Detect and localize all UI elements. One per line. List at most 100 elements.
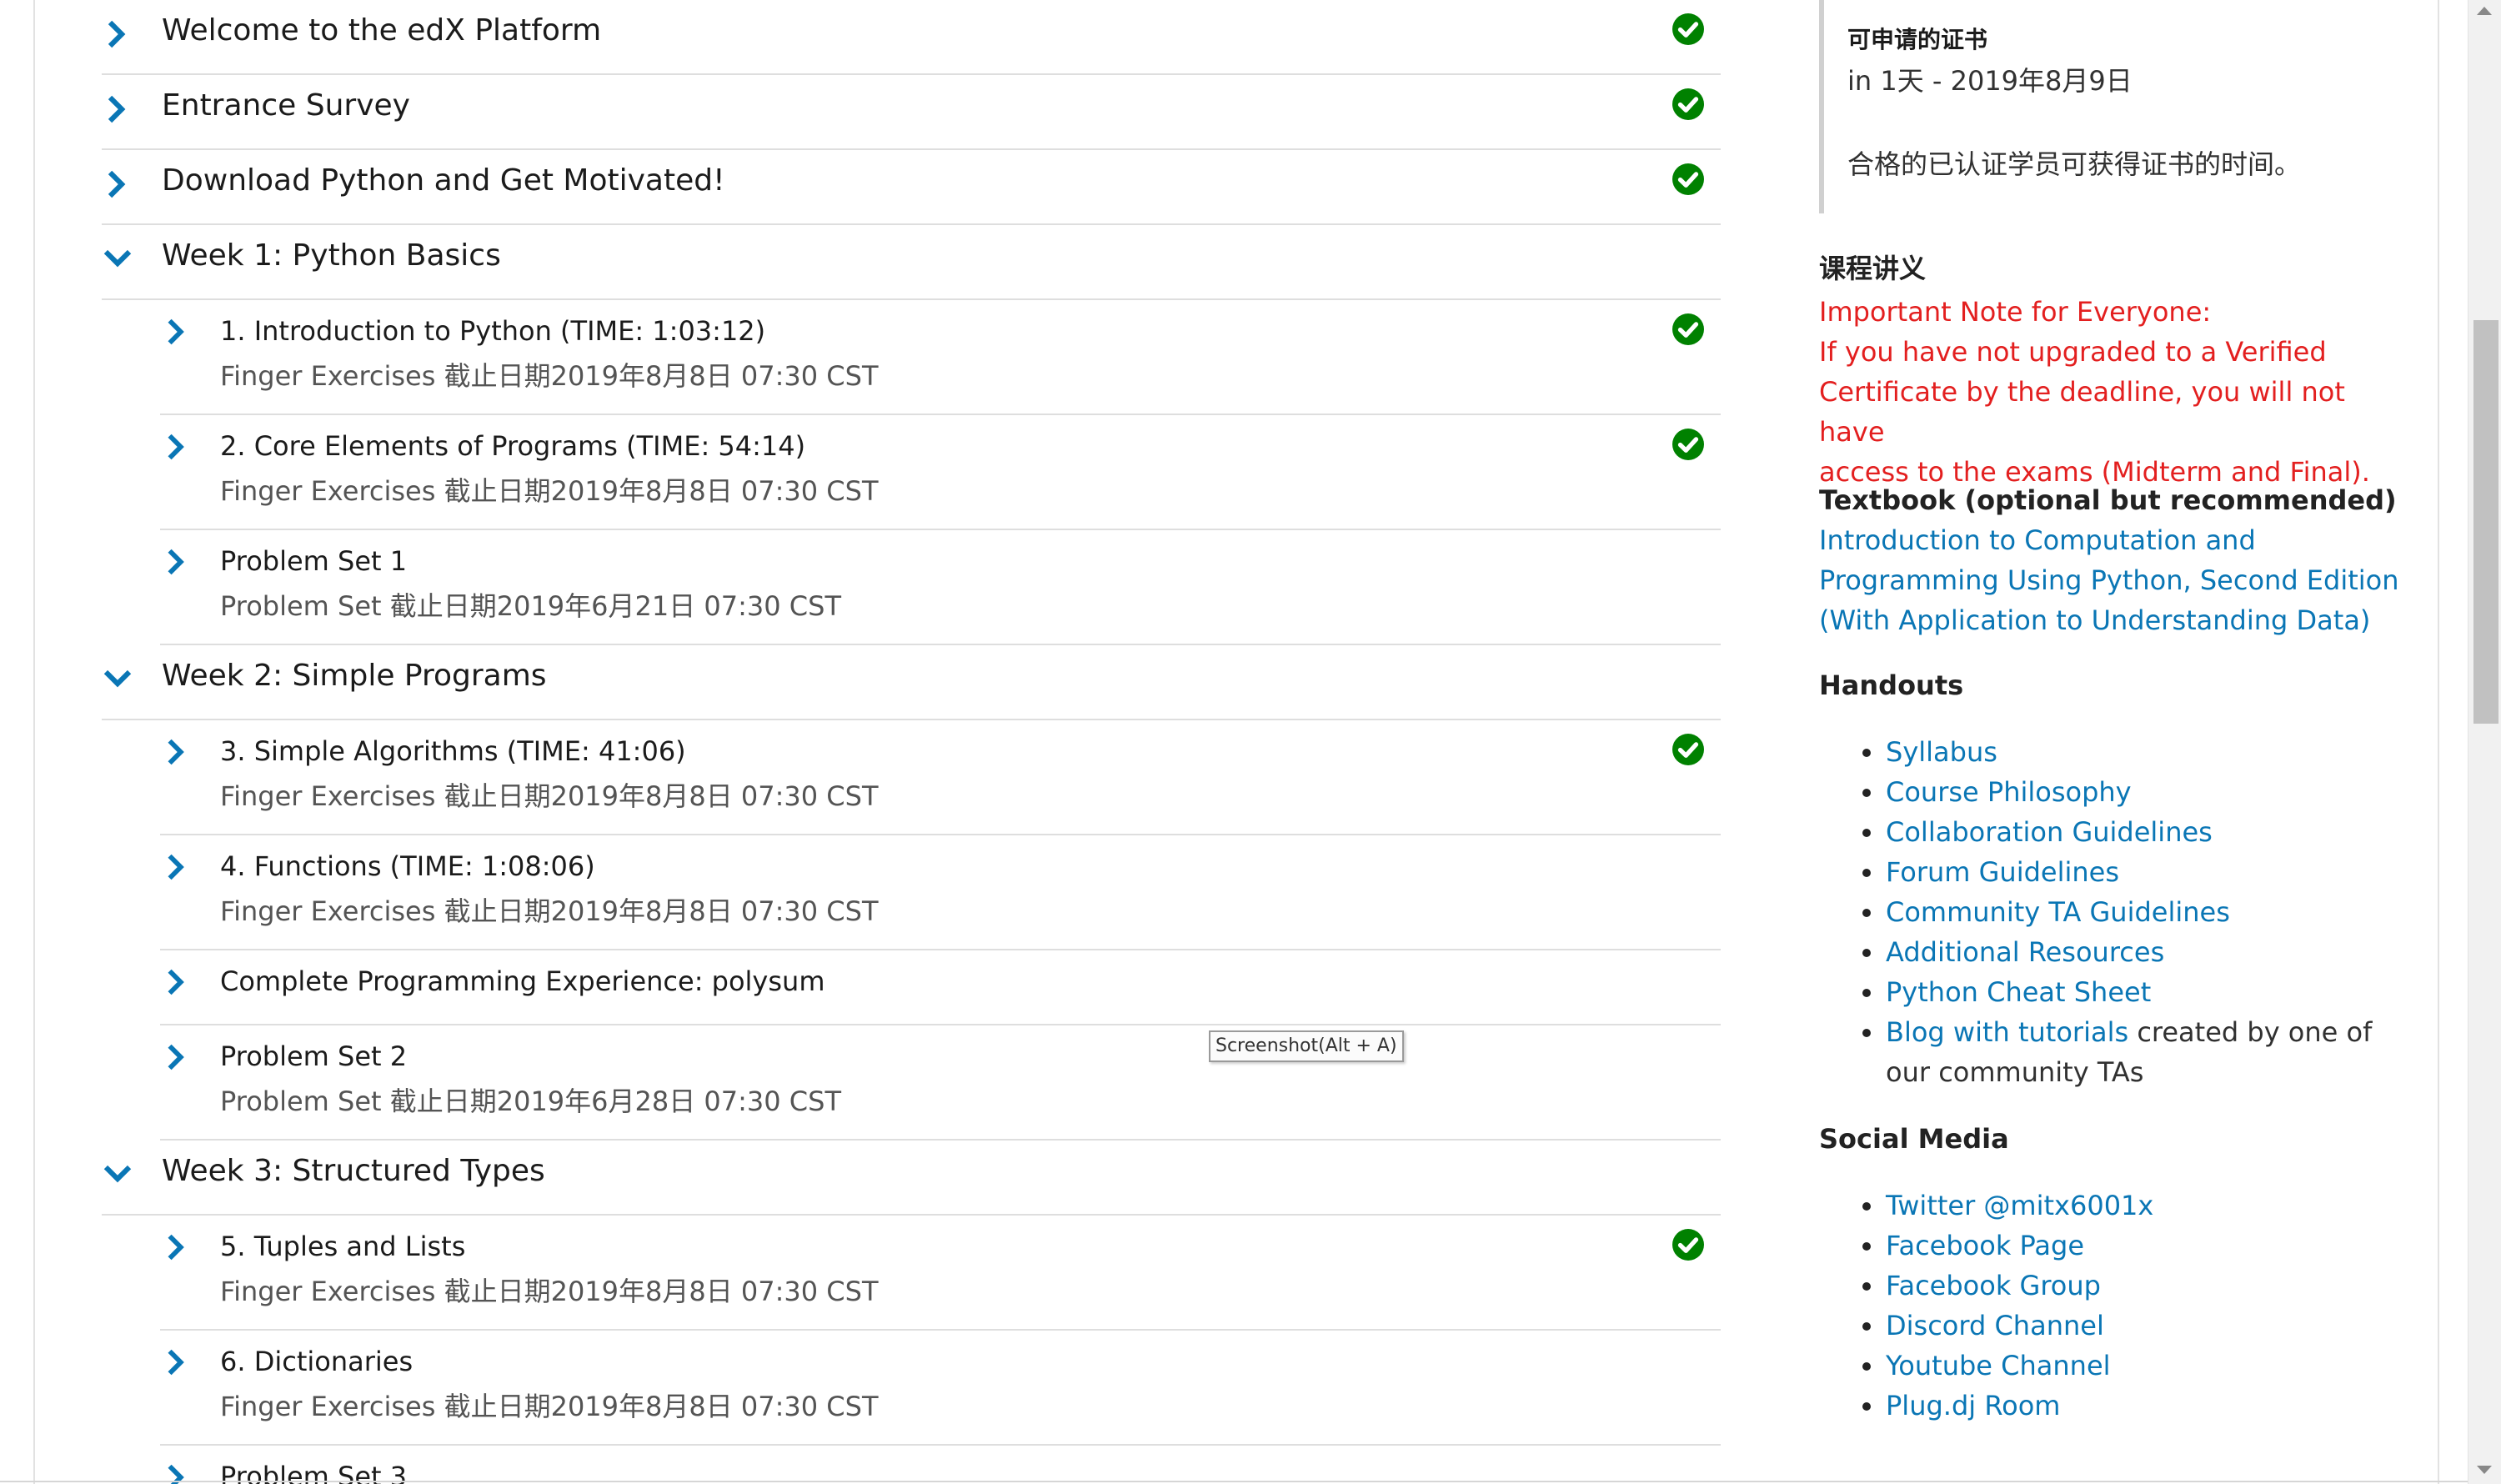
subsection-list: 1. Introduction to Python (TIME: 1:03:12… <box>160 300 1721 645</box>
chevron-right-icon[interactable] <box>163 854 190 880</box>
section-title[interactable]: Download Python and Get Motivated! <box>162 163 725 198</box>
social-link[interactable]: Facebook Group <box>1886 1270 2101 1301</box>
social-item: Discord Channel <box>1862 1306 2403 1346</box>
chevron-right-icon[interactable] <box>163 739 190 765</box>
chevron-right-icon[interactable] <box>163 434 190 460</box>
subsection-row[interactable]: Problem Set 1 Problem Set 截止日期2019年6月21日 … <box>160 530 1721 645</box>
chevron-right-icon[interactable] <box>103 170 132 198</box>
certificate-date: in 1天 - 2019年8月9日 <box>1847 65 2133 97</box>
textbook-link[interactable]: Introduction to Computation and Programm… <box>1819 520 2403 640</box>
subsection-title[interactable]: 5. Tuples and Lists <box>220 1231 465 1262</box>
social-item: Youtube Channel <box>1862 1346 2403 1386</box>
handout-link[interactable]: Python Cheat Sheet <box>1886 976 2151 1008</box>
handout-item: Python Cheat Sheet <box>1862 972 2403 1012</box>
chevron-down-icon[interactable] <box>103 1161 132 1189</box>
handout-link[interactable]: Syllabus <box>1886 736 1997 768</box>
handouts-list: Syllabus Course Philosophy Collaboration G… <box>1819 732 2403 1092</box>
handout-item: Syllabus <box>1862 732 2403 772</box>
section-title[interactable]: Week 3: Structured Types <box>162 1154 545 1188</box>
chevron-right-icon[interactable] <box>103 20 132 48</box>
social-item: Plug.dj Room <box>1862 1386 2403 1426</box>
social-link[interactable]: Twitter @mitx6001x <box>1886 1190 2153 1221</box>
chevron-right-icon[interactable] <box>163 1234 190 1261</box>
subsection-title[interactable]: 3. Simple Algorithms (TIME: 41:06) <box>220 735 686 767</box>
chevron-right-icon[interactable] <box>163 318 190 345</box>
section-row[interactable]: Download Python and Get Motivated! <box>102 150 1721 225</box>
certificate-info: 可申请的证书 in 1天 - 2019年8月9日 合格的已认证学员可获得证书的时… <box>1819 0 2403 213</box>
subsection-title[interactable]: 1. Introduction to Python (TIME: 1:03:12… <box>220 315 765 347</box>
chevron-right-icon[interactable] <box>103 95 132 123</box>
subsection-due-date: Finger Exercises 截止日期2019年8月8日 07:30 CST <box>220 475 879 507</box>
subsection-row[interactable]: 5. Tuples and Lists Finger Exercises 截止日期… <box>160 1216 1721 1331</box>
subsection-row[interactable]: 1. Introduction to Python (TIME: 1:03:12… <box>160 300 1721 415</box>
note-line: Certificate by the deadline, you will no… <box>1819 376 2345 448</box>
handout-link[interactable]: Additional Resources <box>1886 936 2164 968</box>
certificate-heading: 可申请的证书 <box>1847 26 1988 53</box>
chevron-down-icon[interactable] <box>103 245 132 273</box>
chevron-right-icon[interactable] <box>163 1044 190 1070</box>
blog-description: our community TAs <box>1886 1056 2144 1088</box>
handout-item: Collaboration Guidelines <box>1862 812 2403 852</box>
subsection-title[interactable]: 2. Core Elements of Programs (TIME: 54:1… <box>220 430 805 462</box>
completed-check-icon <box>1672 313 1704 345</box>
completed-check-icon <box>1672 88 1704 120</box>
section-row[interactable]: Week 2: Simple Programs <box>102 645 1721 720</box>
social-link[interactable]: Discord Channel <box>1886 1310 2104 1341</box>
subsection-row[interactable]: Problem Set 3 <box>160 1446 1721 1484</box>
handout-item: Additional Resources <box>1862 932 2403 972</box>
handout-item: Community TA Guidelines <box>1862 892 2403 932</box>
section-title[interactable]: Entrance Survey <box>162 88 410 123</box>
subsection-title[interactable]: 6. Dictionaries <box>220 1346 413 1377</box>
section-row[interactable]: Welcome to the edX Platform <box>102 0 1721 75</box>
vertical-scrollbar[interactable] <box>2468 0 2501 1484</box>
social-link[interactable]: Plug.dj Room <box>1886 1390 2060 1421</box>
subsection-row[interactable]: Problem Set 2 Problem Set 截止日期2019年6月28日 … <box>160 1025 1721 1141</box>
chevron-right-icon[interactable] <box>163 969 190 995</box>
subsection-row[interactable]: 6. Dictionaries Finger Exercises 截止日期2019… <box>160 1331 1721 1446</box>
subsection-row[interactable]: 4. Functions (TIME: 1:08:06) Finger Exerc… <box>160 835 1721 950</box>
chevron-right-icon[interactable] <box>163 1349 190 1376</box>
subsection-title[interactable]: 4. Functions (TIME: 1:08:06) <box>220 850 595 882</box>
certificate-description: 合格的已认证学员可获得证书的时间。 <box>1847 148 2302 180</box>
screenshot-tooltip: Screenshot(Alt + A) <box>1209 1030 1404 1062</box>
scrollbar-thumb[interactable] <box>2473 320 2498 724</box>
handout-link[interactable]: Community TA Guidelines <box>1886 896 2230 928</box>
section-title[interactable]: Week 2: Simple Programs <box>162 659 547 693</box>
section-row[interactable]: Entrance Survey <box>102 75 1721 150</box>
handout-item: Forum Guidelines <box>1862 852 2403 892</box>
social-item: Facebook Group <box>1862 1266 2403 1306</box>
social-link[interactable]: Youtube Channel <box>1886 1350 2111 1381</box>
section-title[interactable]: Welcome to the edX Platform <box>162 13 601 48</box>
handout-link[interactable]: Collaboration Guidelines <box>1886 816 2213 848</box>
chevron-down-icon[interactable] <box>103 665 132 694</box>
subsection-due-date: Problem Set 截止日期2019年6月21日 07:30 CST <box>220 590 842 622</box>
subsection-due-date: Finger Exercises 截止日期2019年8月8日 07:30 CST <box>220 1391 879 1422</box>
chevron-right-icon[interactable] <box>163 549 190 575</box>
subsection-due-date: Finger Exercises 截止日期2019年8月8日 07:30 CST <box>220 1276 879 1307</box>
textbook-heading: Textbook (optional but recommended) <box>1819 484 2397 516</box>
social-link[interactable]: Facebook Page <box>1886 1230 2084 1261</box>
handout-link[interactable]: Forum Guidelines <box>1886 856 2119 888</box>
subsection-due-date: Finger Exercises 截止日期2019年8月8日 07:30 CST <box>220 895 879 927</box>
scroll-up-arrow-icon[interactable] <box>2477 7 2492 15</box>
textbook-link-line[interactable]: (With Application to Understanding Data) <box>1819 600 2403 640</box>
blog-tutorials-link[interactable]: Blog with tutorials <box>1886 1016 2128 1048</box>
scroll-down-arrow-icon[interactable] <box>2477 1466 2492 1474</box>
completed-check-icon <box>1672 13 1704 45</box>
handout-item: Course Philosophy <box>1862 772 2403 812</box>
handout-link[interactable]: Course Philosophy <box>1886 776 2132 808</box>
handouts-heading: Handouts <box>1819 669 1964 701</box>
subsection-due-date: Problem Set 截止日期2019年6月28日 07:30 CST <box>220 1085 842 1117</box>
section-row[interactable]: Week 3: Structured Types <box>102 1141 1721 1216</box>
subsection-list: 3. Simple Algorithms (TIME: 41:06) Finger… <box>160 720 1721 1141</box>
subsection-title[interactable]: Problem Set 2 <box>220 1040 407 1072</box>
subsection-row[interactable]: 2. Core Elements of Programs (TIME: 54:1… <box>160 415 1721 530</box>
subsection-title[interactable]: Complete Programming Experience: polysum <box>220 965 824 997</box>
section-row[interactable]: Week 1: Python Basics <box>102 225 1721 300</box>
textbook-link-line[interactable]: Programming Using Python, Second Edition <box>1819 560 2403 600</box>
section-title[interactable]: Week 1: Python Basics <box>162 238 501 273</box>
subsection-row[interactable]: 3. Simple Algorithms (TIME: 41:06) Finger… <box>160 720 1721 835</box>
subsection-row[interactable]: Complete Programming Experience: polysum <box>160 950 1721 1025</box>
subsection-title[interactable]: Problem Set 1 <box>220 545 407 577</box>
textbook-link-line[interactable]: Introduction to Computation and <box>1819 520 2403 560</box>
